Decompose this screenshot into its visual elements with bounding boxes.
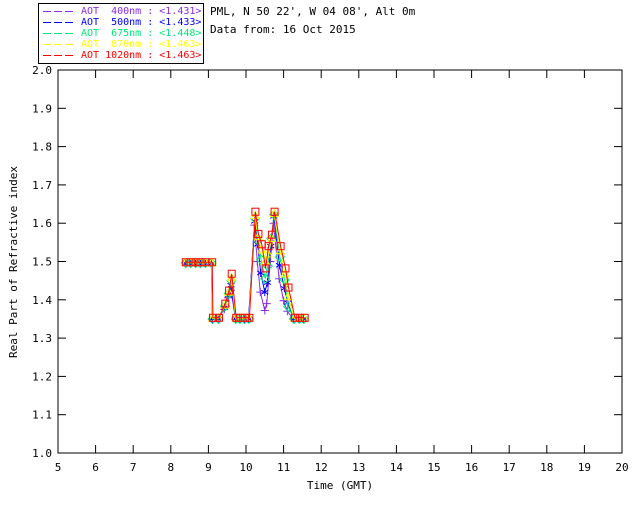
y-tick-label: 1.1	[32, 409, 52, 422]
x-tick-label: 11	[277, 461, 290, 474]
y-tick-label: 2.0	[32, 64, 52, 77]
x-tick-label: 16	[465, 461, 478, 474]
y-tick-label: 1.3	[32, 332, 52, 345]
x-tick-label: 5	[55, 461, 62, 474]
y-tick-label: 1.9	[32, 102, 52, 115]
x-tick-label: 20	[615, 461, 628, 474]
refractive-index-chart: 5 6 7 8 9 10 11 12 13 14 15 16 17 18 19 20 1.0 1.1 1.2 1.3 1…	[32, 64, 629, 492]
x-tick-label: 9	[205, 461, 212, 474]
plot-frame	[57, 69, 623, 454]
x-tick-label: 19	[578, 461, 591, 474]
y-tick-label: 1.7	[32, 179, 52, 192]
x-tick-label: 18	[540, 461, 553, 474]
x-tick-label: 13	[352, 461, 365, 474]
y-tick-label: 1.5	[32, 256, 52, 269]
x-tick-label: 14	[390, 461, 404, 474]
x-tick-label: 6	[92, 461, 99, 474]
x-tick-label: 7	[130, 461, 137, 474]
y-tick-label: 1.6	[32, 217, 52, 230]
y-tick-label: 1.2	[32, 370, 52, 383]
y-tick-label: 1.8	[32, 141, 52, 154]
aeronet-refractive-index-screen: PML, N 50 22', W 04 08', Alt 0m Data fro…	[0, 0, 640, 512]
y-tick-label: 1.0	[32, 447, 52, 460]
series-1020nm	[181, 207, 309, 322]
x-tick-label: 12	[315, 461, 328, 474]
x-axis-title: Time (GMT)	[307, 479, 373, 492]
x-tick-label: 15	[427, 461, 440, 474]
x-tick-label: 10	[239, 461, 252, 474]
x-tick-label: 8	[167, 461, 174, 474]
x-tick-label: 17	[503, 461, 516, 474]
y-tick-label: 1.4	[32, 294, 52, 307]
